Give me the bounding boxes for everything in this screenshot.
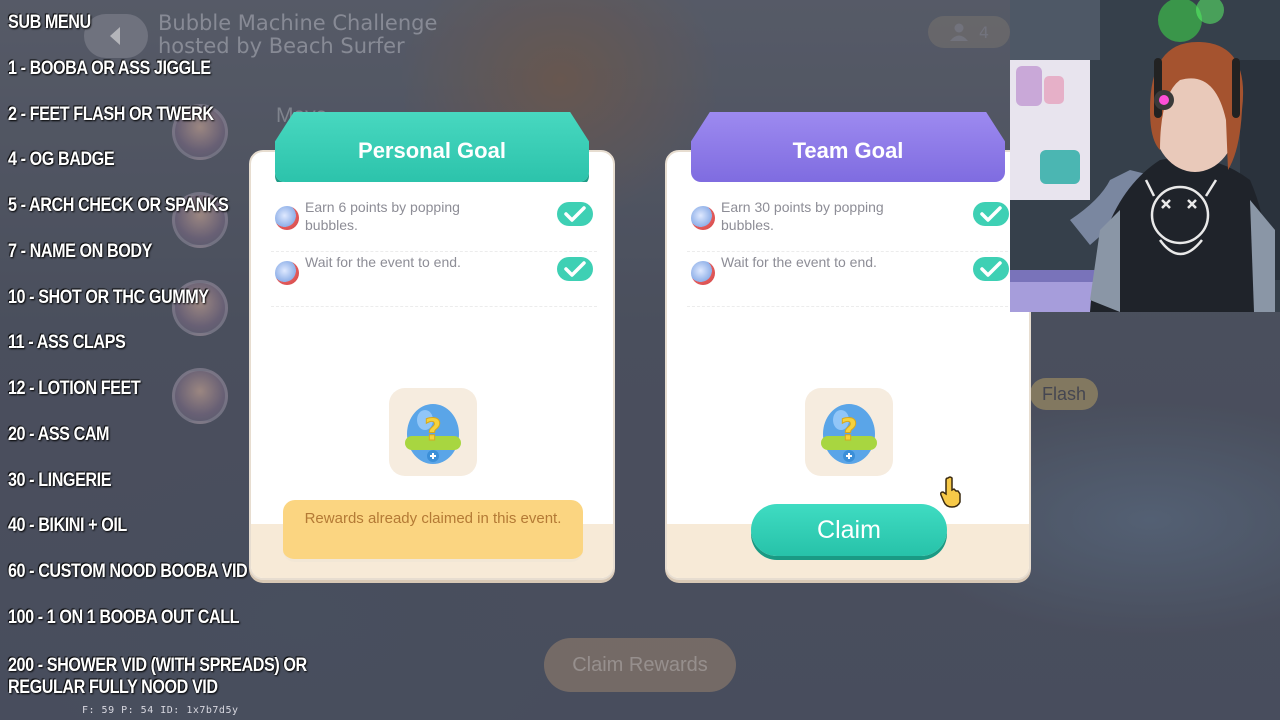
submenu-item: 10 - SHOT OR THC GUMMY xyxy=(8,287,209,308)
submenu-item: 30 - LINGERIE xyxy=(8,470,112,491)
goal-row: Earn 30 points by popping bubbles. xyxy=(687,198,1013,252)
goal-text: Wait for the event to end. xyxy=(305,254,461,270)
submenu-item: 100 - 1 ON 1 BOOBA OUT CALL xyxy=(8,607,240,628)
submenu-title: SUB MENU xyxy=(8,12,91,33)
checkmark-icon xyxy=(557,202,593,226)
submenu-item: 11 - ASS CLAPS xyxy=(8,332,126,353)
checkmark-icon xyxy=(557,257,593,281)
claim-button[interactable]: Claim xyxy=(751,504,947,556)
webcam-overlay xyxy=(1010,0,1280,312)
submenu-item: 1 - BOOBA OR ASS JIGGLE xyxy=(8,58,211,79)
personal-goal-panel: Earn 6 points by popping bubbles. Wait f… xyxy=(249,150,615,580)
bubble-icon xyxy=(275,206,299,230)
personal-goal-tab: Personal Goal xyxy=(275,112,589,182)
debug-readout: F: 59 P: 54 ID: 1x7b7d5y xyxy=(82,705,239,716)
submenu-item: 4 - OG BADGE xyxy=(8,149,115,170)
submenu-item: 2 - FEET FLASH OR TWERK xyxy=(8,104,214,125)
mystery-egg-icon: ? xyxy=(405,404,461,464)
rewards-claimed-notice: Rewards already claimed in this event. xyxy=(283,500,583,562)
goal-row: Wait for the event to end. xyxy=(687,253,1013,307)
submenu-item: 5 - ARCH CHECK OR SPANKS xyxy=(8,195,229,216)
streamer-webcam-image xyxy=(1010,0,1280,312)
goal-text: Earn 6 points by popping bubbles. xyxy=(305,199,460,233)
team-goal-panel: Earn 30 points by popping bubbles. Wait … xyxy=(665,150,1031,580)
submenu-item: 20 - ASS CAM xyxy=(8,424,110,445)
mouse-cursor-icon xyxy=(940,476,961,508)
goal-row: Wait for the event to end. xyxy=(271,253,597,307)
bubble-icon xyxy=(691,206,715,230)
bubble-icon xyxy=(275,261,299,285)
svg-text:?: ? xyxy=(424,413,441,448)
reward-slot[interactable]: ? xyxy=(389,388,477,476)
team-goal-tab: Team Goal xyxy=(691,112,1005,182)
submenu-item: 60 - CUSTOM NOOD BOOBA VID xyxy=(8,561,248,582)
goal-text: Earn 30 points by popping bubbles. xyxy=(721,199,884,233)
reward-slot[interactable]: ? xyxy=(805,388,893,476)
mystery-egg-icon: ? xyxy=(821,404,877,464)
submenu-item: 12 - LOTION FEET xyxy=(8,378,141,399)
goal-row: Earn 6 points by popping bubbles. xyxy=(271,198,597,252)
submenu-item: 40 - BIKINI + OIL xyxy=(8,515,127,536)
checkmark-icon xyxy=(973,257,1009,281)
submenu-item: 200 - SHOWER VID (WITH SPREADS) OR REGUL… xyxy=(8,655,307,698)
goal-text: Wait for the event to end. xyxy=(721,254,877,270)
svg-text:?: ? xyxy=(840,413,857,448)
submenu-item: 7 - NAME ON BODY xyxy=(8,241,152,262)
checkmark-icon xyxy=(973,202,1009,226)
bubble-icon xyxy=(691,261,715,285)
